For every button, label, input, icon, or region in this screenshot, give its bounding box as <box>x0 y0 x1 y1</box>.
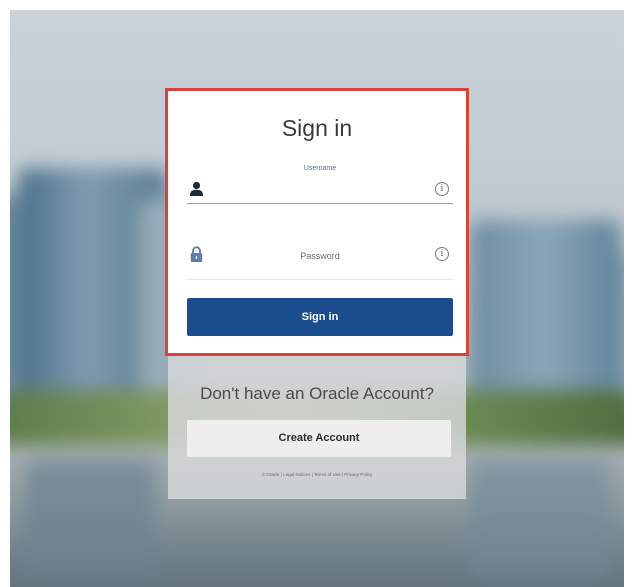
no-account-prompt: Don't have an Oracle Account? <box>200 384 434 403</box>
username-field[interactable]: Username i <box>187 163 453 204</box>
password-info-icon[interactable]: i <box>435 247 449 261</box>
password-field[interactable]: Password i <box>187 239 453 280</box>
user-icon <box>189 181 204 197</box>
footer-links: © Oracle | Legal Notices | Terms of Use … <box>168 472 466 477</box>
footer-link-terms-of-use[interactable]: Terms of Use <box>314 472 341 477</box>
sign-in-title: Sign in <box>281 115 353 141</box>
username-info-icon[interactable]: i <box>435 182 449 196</box>
footer-link-privacy-policy[interactable]: Privacy Policy <box>344 472 372 477</box>
sign-in-button[interactable]: Sign in <box>187 298 453 336</box>
footer-link-copyright[interactable]: © Oracle <box>262 472 280 477</box>
create-account-button[interactable]: Create Account <box>187 420 451 457</box>
footer-link-legal-notices[interactable]: Legal Notices <box>283 472 310 477</box>
lock-icon <box>189 246 204 263</box>
password-placeholder: Password <box>300 251 340 261</box>
username-label: Username <box>303 165 337 172</box>
create-account-panel: Don't have an Oracle Account? Create Acc… <box>168 356 466 499</box>
sign-in-card: Sign in Username i Password i Sign in <box>165 88 469 356</box>
login-page: Sign in Username i Password i Sign in Do… <box>10 10 624 587</box>
